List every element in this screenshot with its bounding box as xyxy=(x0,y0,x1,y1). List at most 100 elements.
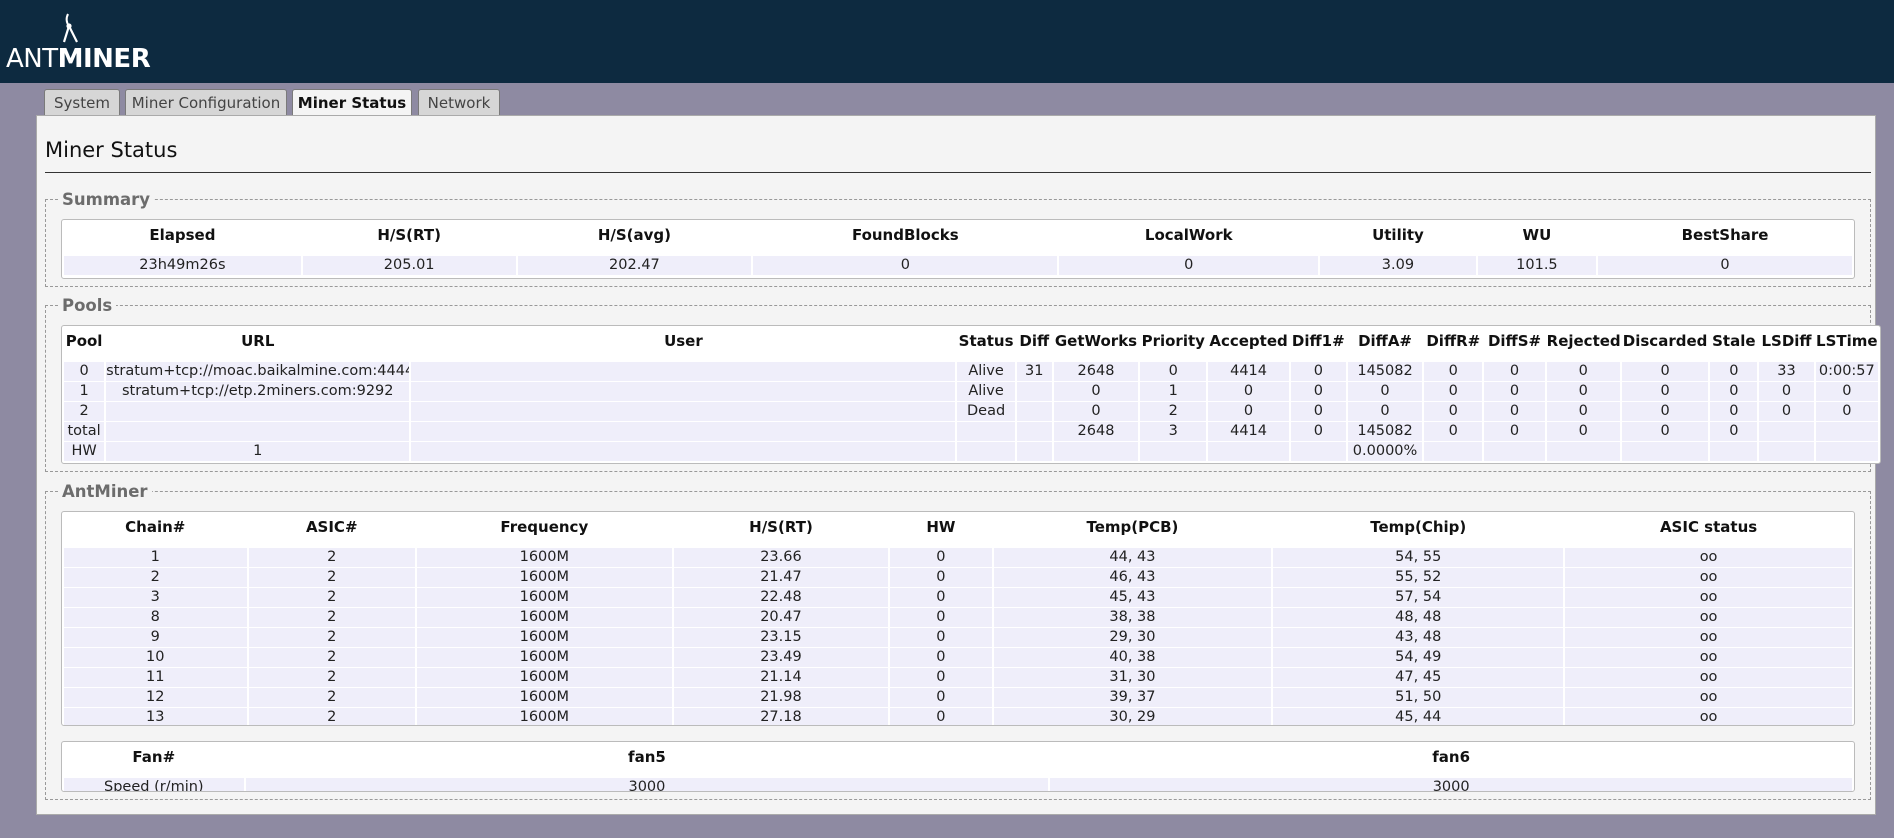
table-cell: 3 xyxy=(64,588,247,608)
header-row: Chain# ASIC# Frequency H/S(RT) HW Temp(PCB) Te… xyxy=(64,512,1852,542)
table-cell: 0 xyxy=(1053,382,1139,402)
chain-row: 11 2 1600M 21.14 0 31, 30 47, 45 oo xyxy=(64,668,1852,688)
table-cell xyxy=(1710,442,1758,462)
table-cell: 9 xyxy=(64,628,247,648)
table-cell: 0 xyxy=(1424,422,1483,442)
table-cell: 0 xyxy=(1290,422,1346,442)
table-cell: 0 xyxy=(753,256,1058,276)
table-cell: 23h49m26s xyxy=(64,256,301,276)
column-header: Discarded xyxy=(1622,332,1708,350)
table-cell: 30, 29 xyxy=(993,708,1272,725)
table-cell xyxy=(957,422,1015,442)
table-cell: 13 xyxy=(64,708,247,725)
column-header: User xyxy=(664,332,703,350)
pool-row: 0 stratum+tcp://moac.baikalmine.com:4444 A… xyxy=(64,362,1878,382)
table-cell: 0 xyxy=(1546,362,1620,382)
table-cell: 101.5 xyxy=(1477,256,1597,276)
table-cell xyxy=(1484,442,1545,462)
table-cell: 44, 43 xyxy=(993,548,1272,568)
table-cell: 40, 38 xyxy=(993,648,1272,668)
table-cell xyxy=(1815,442,1878,462)
table-cell: oo xyxy=(1565,588,1852,608)
table-cell: 0 xyxy=(1053,402,1139,422)
table-cell: 22.48 xyxy=(673,588,889,608)
column-header: Pool xyxy=(65,332,103,350)
table-cell: 51, 50 xyxy=(1273,688,1564,708)
column-header: FoundBlocks xyxy=(851,226,959,244)
table-cell: 2 xyxy=(1140,402,1207,422)
column-header: Temp(Chip) xyxy=(1370,518,1467,536)
table-cell: 31 xyxy=(1016,362,1052,382)
table-cell: 1600M xyxy=(416,548,672,568)
table-cell: 38, 38 xyxy=(993,608,1272,628)
column-header: Utility xyxy=(1372,226,1424,244)
summary-row: 23h49m26s 205.01 202.47 0 0 3.09 101.5 0 xyxy=(64,256,1852,276)
table-cell xyxy=(411,422,956,442)
table-cell: 205.01 xyxy=(302,256,516,276)
table-cell xyxy=(1016,402,1052,422)
table-cell xyxy=(106,422,410,442)
column-header: Elapsed xyxy=(149,226,216,244)
top-header: ANTMINER xyxy=(0,0,1894,83)
table-cell xyxy=(1208,442,1289,462)
table-cell: 0 xyxy=(1347,402,1423,422)
table-cell: 202.47 xyxy=(517,256,752,276)
tab-system[interactable]: System xyxy=(44,89,120,115)
tab-network[interactable]: Network xyxy=(418,89,500,115)
tab-miner-status[interactable]: Miner Status xyxy=(292,89,412,117)
table-cell: 27.18 xyxy=(673,708,889,725)
table-cell: 0 xyxy=(1424,382,1483,402)
table-cell: 2 xyxy=(64,402,105,422)
table-cell: stratum+tcp://etp.2miners.com:9292 xyxy=(106,382,410,402)
chain-row: 10 2 1600M 23.49 0 40, 38 54, 49 oo xyxy=(64,648,1852,668)
fan-row: Speed (r/min) 3000 3000 xyxy=(64,778,1852,791)
column-header: Priority xyxy=(1141,332,1205,350)
table-cell: 0 xyxy=(1059,256,1319,276)
table-cell: 1600M xyxy=(416,588,672,608)
column-header: Rejected xyxy=(1546,332,1621,350)
table-cell: 0 xyxy=(64,362,105,382)
table-cell: HW xyxy=(64,442,105,462)
pools-table: Pool URL User Status Diff GetWorks Priority Acc… xyxy=(62,326,1880,462)
table-cell xyxy=(411,382,956,402)
column-header: BestShare xyxy=(1681,226,1769,244)
table-cell xyxy=(1759,422,1814,442)
table-cell: 23.49 xyxy=(673,648,889,668)
table-cell: 1600M xyxy=(416,608,672,628)
table-cell: 21.14 xyxy=(673,668,889,688)
chain-row: 3 2 1600M 22.48 0 45, 43 57, 54 oo xyxy=(64,588,1852,608)
table-cell: 0 xyxy=(1546,402,1620,422)
table-cell: oo xyxy=(1565,668,1852,688)
column-header: ASIC# xyxy=(305,518,358,536)
table-cell: 0 xyxy=(1424,362,1483,382)
column-header: fan5 xyxy=(628,748,666,766)
column-header: Chain# xyxy=(125,518,186,536)
table-cell: 0 xyxy=(890,568,992,588)
table-cell: oo xyxy=(1565,648,1852,668)
antminer-logo-icon xyxy=(62,13,78,43)
table-cell: 39, 37 xyxy=(993,688,1272,708)
header-row: Pool URL User Status Diff GetWorks Priority Acc… xyxy=(64,326,1878,356)
summary-table-wrap: Elapsed H/S(RT) H/S(avg) FoundBlocks LocalWo… xyxy=(61,219,1855,279)
table-cell: oo xyxy=(1565,688,1852,708)
summary-table: Elapsed H/S(RT) H/S(avg) FoundBlocks LocalWo… xyxy=(62,220,1854,276)
table-cell: 21.47 xyxy=(673,568,889,588)
table-cell: 2 xyxy=(248,568,415,588)
table-cell xyxy=(1140,442,1207,462)
column-header: GetWorks xyxy=(1054,332,1138,350)
tab-miner-configuration[interactable]: Miner Configuration xyxy=(125,89,287,115)
table-cell: 0 xyxy=(890,628,992,648)
table-cell: 1 xyxy=(1140,382,1207,402)
page-title: Miner Status xyxy=(45,138,178,162)
column-header: Diff xyxy=(1019,332,1050,350)
table-cell: stratum+tcp://moac.baikalmine.com:4444 xyxy=(106,362,410,382)
table-cell: Alive xyxy=(957,362,1015,382)
table-cell: 0 xyxy=(1815,382,1878,402)
table-cell: 33 xyxy=(1759,362,1814,382)
table-cell: 1600M xyxy=(416,688,672,708)
table-cell: oo xyxy=(1565,548,1852,568)
table-cell: 0 xyxy=(1546,422,1620,442)
table-cell: 0 xyxy=(890,688,992,708)
table-cell: oo xyxy=(1565,628,1852,648)
table-cell: 0 xyxy=(890,648,992,668)
